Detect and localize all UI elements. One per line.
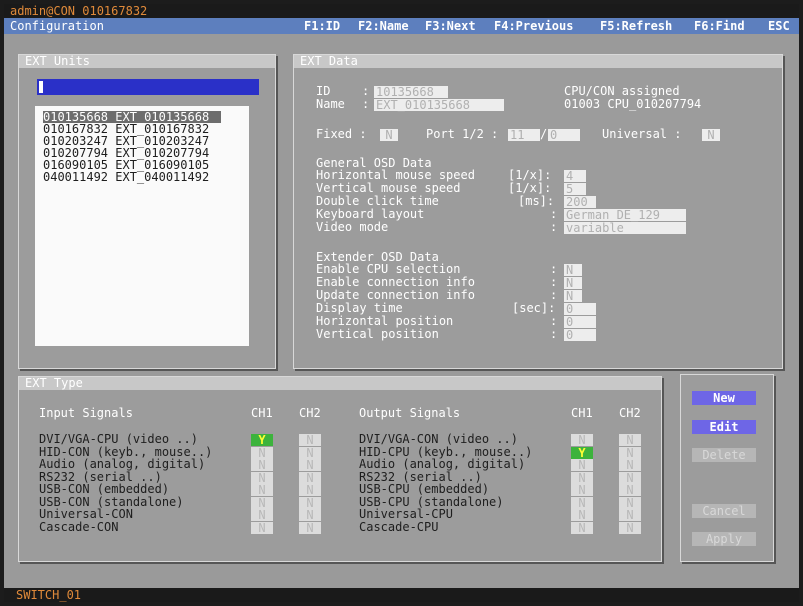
input-ch2-toggle[interactable]: N — [299, 434, 321, 446]
input-ch2-toggle[interactable]: N — [299, 471, 321, 484]
output-ch2-toggle[interactable]: N — [619, 509, 641, 521]
switch-name: SWITCH_01 — [16, 588, 82, 602]
keyboard-layout-field[interactable]: German DE_129 — [564, 209, 686, 221]
output-ch2-toggle[interactable]: N — [619, 434, 641, 446]
port2-field[interactable]: 0 — [548, 129, 580, 141]
input-ch1-header: CH1 — [251, 406, 273, 420]
input-ch1-toggle[interactable]: N — [251, 446, 273, 459]
horizontal-position-field[interactable]: 0 — [564, 316, 596, 328]
fixed-label: Fixed : — [316, 127, 367, 141]
input-ch2-toggle[interactable]: N — [299, 484, 321, 496]
setting-unit: : — [550, 220, 558, 234]
f3-next-key[interactable]: F3:Next — [425, 19, 476, 33]
enable-connection-info-field[interactable]: N — [564, 277, 582, 289]
cpu-con-assigned-value: 01003 CPU_010207794 — [564, 97, 702, 111]
double-click-time-field[interactable]: 200 — [564, 196, 596, 208]
output-ch1-toggle[interactable]: N — [571, 496, 593, 509]
title-bar: admin@CON 010167832 — [4, 4, 799, 18]
input-ch1-toggle[interactable]: Y — [251, 434, 273, 446]
output-ch2-header: CH2 — [619, 406, 641, 420]
output-ch1-toggle[interactable]: N — [571, 484, 593, 496]
output-signals-header: Output Signals — [359, 406, 461, 420]
name-separator: : — [362, 97, 370, 111]
output-ch1-toggle[interactable]: N — [571, 509, 593, 521]
name-label: Name — [316, 97, 345, 111]
input-ch2-toggle[interactable]: N — [299, 446, 321, 459]
input-ch1-toggle[interactable]: N — [251, 484, 273, 496]
input-signal-label: Cascade-CON — [39, 519, 119, 534]
ext-units-panel: EXT Units 010135668 EXT_010135668 010167… — [18, 54, 276, 369]
vertical-position-field[interactable]: 0 — [564, 329, 596, 341]
ext-data-title: EXT Data — [294, 55, 782, 68]
ext-units-list: 010135668 EXT_010135668 010167832 EXT_01… — [35, 106, 249, 346]
setting-label: Vertical position — [316, 327, 439, 341]
input-ch1-toggle[interactable]: N — [251, 471, 273, 484]
ext-unit-item[interactable]: 040011492 EXT_040011492 — [43, 171, 209, 183]
display-time-field[interactable]: 0 — [564, 303, 596, 315]
output-ch1-toggle[interactable]: N — [571, 459, 593, 471]
ext-type-panel: EXT Type Input Signals CH1 CH2 Output Si… — [18, 376, 662, 562]
new-button[interactable]: New — [692, 391, 756, 405]
f1-id-key[interactable]: F1:ID — [304, 19, 340, 33]
output-ch1-toggle[interactable]: N — [571, 521, 593, 534]
vertical-mouse-speed-field[interactable]: 5 — [564, 183, 586, 195]
ext-units-title: EXT Units — [19, 55, 275, 68]
name-field[interactable]: EXT_010135668 — [374, 99, 504, 111]
user-title: admin@CON 010167832 — [10, 4, 148, 18]
esc-key[interactable]: ESC — [768, 19, 790, 33]
ext-data-panel: EXT Data ID : 10135668 Name : EXT_010135… — [293, 54, 783, 369]
ext-units-search-input[interactable] — [37, 79, 259, 95]
ext-type-title: EXT Type — [19, 377, 661, 390]
setting-unit: [sec]: — [512, 301, 556, 315]
f5-refresh-key[interactable]: F5:Refresh — [600, 19, 672, 33]
cancel-button[interactable]: Cancel — [692, 504, 756, 518]
output-ch2-toggle[interactable]: N — [619, 471, 641, 484]
port1-field[interactable]: 11 — [508, 129, 540, 141]
input-ch2-toggle[interactable]: N — [299, 521, 321, 534]
text-cursor — [39, 81, 43, 93]
horizontal-mouse-speed-field[interactable]: 4 — [564, 170, 586, 182]
port-label: Port 1/2 : — [426, 127, 499, 141]
input-ch2-toggle[interactable]: N — [299, 509, 321, 521]
output-ch2-toggle[interactable]: N — [619, 521, 641, 534]
universal-label: Universal : — [602, 127, 682, 141]
enable-cpu-selection-field[interactable]: N — [564, 264, 582, 276]
output-ch2-toggle[interactable]: N — [619, 484, 641, 496]
configuration-label: Configuration — [10, 19, 104, 33]
update-connection-info-field[interactable]: N — [564, 290, 582, 302]
output-ch1-header: CH1 — [571, 406, 593, 420]
edit-button[interactable]: Edit — [692, 420, 756, 434]
input-ch1-toggle[interactable]: N — [251, 459, 273, 471]
setting-label: Video mode — [316, 220, 389, 234]
output-ch1-toggle[interactable]: N — [571, 434, 593, 446]
input-ch2-toggle[interactable]: N — [299, 459, 321, 471]
output-ch1-toggle[interactable]: Y — [571, 446, 593, 459]
setting-unit: [ms]: — [518, 194, 555, 208]
output-ch2-toggle[interactable]: N — [619, 496, 641, 509]
port-slash: / — [540, 127, 548, 141]
delete-button[interactable]: Delete — [692, 448, 756, 462]
video-mode-field[interactable]: variable — [564, 222, 686, 234]
id-field[interactable]: 10135668 — [374, 86, 448, 98]
input-ch1-toggle[interactable]: N — [251, 509, 273, 521]
status-bar: SWITCH_01 — [4, 588, 799, 602]
output-ch1-toggle[interactable]: N — [571, 471, 593, 484]
f2-name-key[interactable]: F2:Name — [358, 19, 409, 33]
output-ch2-toggle[interactable]: N — [619, 459, 641, 471]
output-ch2-toggle[interactable]: N — [619, 446, 641, 459]
input-ch2-header: CH2 — [299, 406, 321, 420]
setting-unit: : — [550, 327, 558, 341]
input-ch1-toggle[interactable]: N — [251, 521, 273, 534]
fixed-field[interactable]: N — [380, 129, 398, 141]
f4-previous-key[interactable]: F4:Previous — [494, 19, 573, 33]
input-ch2-toggle[interactable]: N — [299, 496, 321, 509]
function-key-bar: Configuration F1:ID F2:Name F3:Next F4:P… — [4, 18, 799, 34]
osd-screen: admin@CON 010167832 Configuration F1:ID … — [4, 4, 799, 602]
input-signals-header: Input Signals — [39, 406, 133, 420]
input-ch1-toggle[interactable]: N — [251, 496, 273, 509]
apply-button[interactable]: Apply — [692, 532, 756, 546]
output-signal-label: Cascade-CPU — [359, 519, 439, 534]
universal-field[interactable]: N — [702, 129, 720, 141]
f6-find-key[interactable]: F6:Find — [694, 19, 745, 33]
